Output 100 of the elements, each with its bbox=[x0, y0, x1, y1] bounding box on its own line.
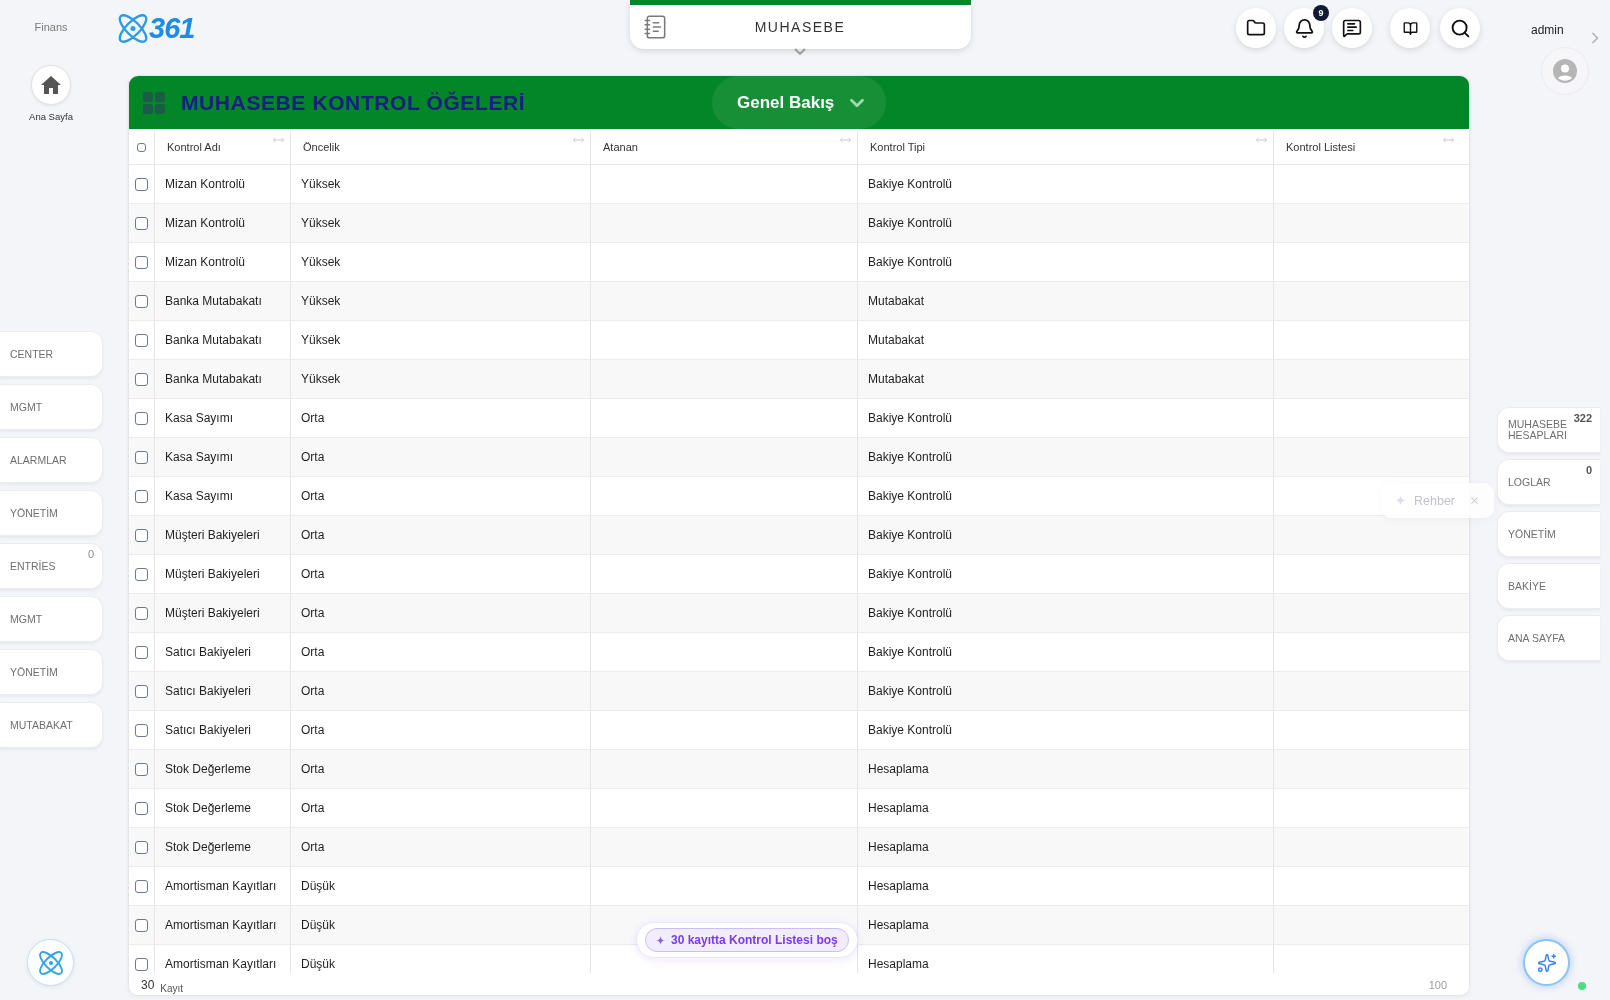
sidebar-tab[interactable]: YÖNETİM bbox=[0, 490, 103, 536]
column-header[interactable]: Öncelik bbox=[291, 141, 340, 154]
row-checkbox[interactable] bbox=[135, 723, 148, 737]
row-checkbox[interactable] bbox=[135, 489, 148, 503]
assistant-button[interactable] bbox=[1523, 939, 1570, 986]
table-cell: Bakiye Kontrolü bbox=[868, 528, 953, 542]
messages-button[interactable] bbox=[1332, 8, 1372, 48]
table-cell: Mizan Kontrolü bbox=[165, 255, 246, 269]
table-cell: Orta bbox=[301, 411, 325, 425]
home-label: Ana Sayfa bbox=[29, 111, 73, 123]
view-dropdown[interactable]: Genel Bakış bbox=[712, 76, 886, 129]
table-cell: Bakiye Kontrolü bbox=[868, 489, 953, 503]
module-tab[interactable]: MUHASEBE bbox=[629, 0, 971, 49]
table-cell: Satıcı Bakiyeleri bbox=[165, 723, 252, 737]
table-cell: Bakiye Kontrolü bbox=[868, 450, 953, 464]
table-cell: Müşteri Bakiyeleri bbox=[165, 567, 260, 581]
table-cell: Yüksek bbox=[301, 177, 341, 191]
message-icon bbox=[1342, 18, 1362, 38]
table-cell: Yüksek bbox=[301, 294, 341, 308]
table-cell: Hesaplama bbox=[868, 762, 929, 776]
resize-handle-icon[interactable] bbox=[573, 137, 584, 143]
panel-title: MUHASEBE KONTROL ÖĞELERİ bbox=[181, 90, 526, 115]
section-label: Finans bbox=[34, 20, 68, 34]
column-header[interactable]: Kontrol Adı bbox=[155, 141, 221, 154]
search-icon bbox=[1449, 17, 1471, 39]
column-header[interactable]: Kontrol Listesi bbox=[1274, 141, 1356, 154]
row-checkbox[interactable] bbox=[135, 294, 148, 308]
resize-handle-icon[interactable] bbox=[1256, 137, 1267, 143]
table-cell: Düşük bbox=[301, 957, 335, 971]
table-cell: Bakiye Kontrolü bbox=[868, 255, 953, 269]
search-button[interactable] bbox=[1440, 8, 1480, 48]
sidebar-tab[interactable]: YÖNETİM bbox=[1497, 511, 1600, 557]
table-cell: Bakiye Kontrolü bbox=[868, 216, 953, 230]
notice-pill[interactable]: 30 kayıtta Kontrol Listesi boş bbox=[645, 928, 849, 952]
folder-button[interactable] bbox=[1236, 8, 1276, 48]
sidebar-tab[interactable]: MGMT bbox=[0, 384, 103, 430]
row-checkbox[interactable] bbox=[135, 645, 148, 659]
table-cell: Hesaplama bbox=[868, 879, 929, 893]
table-cell: Orta bbox=[301, 801, 325, 815]
table-cell: Satıcı Bakiyeleri bbox=[165, 645, 252, 659]
logo-text: 361 bbox=[149, 14, 195, 43]
row-checkbox[interactable] bbox=[135, 450, 148, 464]
row-checkbox[interactable] bbox=[135, 216, 148, 230]
table-cell: Stok Değerleme bbox=[165, 762, 252, 776]
row-checkbox[interactable] bbox=[135, 411, 148, 425]
row-checkbox[interactable] bbox=[135, 918, 148, 932]
sidebar-tab[interactable]: YÖNETİM bbox=[0, 649, 103, 695]
table-cell: Satıcı Bakiyeleri bbox=[165, 684, 252, 698]
table-cell: Kasa Sayımı bbox=[165, 450, 234, 464]
row-checkbox[interactable] bbox=[135, 801, 148, 815]
table-cell: Orta bbox=[301, 567, 325, 581]
table-cell: Kasa Sayımı bbox=[165, 411, 234, 425]
sidebar-tab[interactable]: LOGLAR 0 bbox=[1497, 459, 1600, 505]
sidebar-tab[interactable]: MGMT bbox=[0, 596, 103, 642]
table-cell: Düşük bbox=[301, 918, 335, 932]
table-cell: Kasa Sayımı bbox=[165, 489, 234, 503]
table-cell: Bakiye Kontrolü bbox=[868, 567, 953, 581]
row-checkbox[interactable] bbox=[135, 684, 148, 698]
column-header[interactable]: Atanan bbox=[591, 141, 638, 154]
sidebar-tab[interactable]: MUTABAKAT bbox=[0, 702, 103, 748]
notifications-button[interactable] bbox=[1284, 8, 1324, 48]
table-cell: Müşteri Bakiyeleri bbox=[165, 606, 260, 620]
row-checkbox[interactable] bbox=[135, 528, 148, 542]
logo-button[interactable] bbox=[27, 939, 74, 986]
table-cell: Orta bbox=[301, 606, 325, 620]
sidebar-tab[interactable]: ANA SAYFA bbox=[1497, 615, 1600, 661]
resize-handle-icon[interactable] bbox=[273, 137, 284, 143]
row-checkbox[interactable] bbox=[135, 957, 148, 971]
row-checkbox[interactable] bbox=[135, 879, 148, 893]
table-cell: Bakiye Kontrolü bbox=[868, 645, 953, 659]
page-size[interactable]: 100 bbox=[1428, 978, 1447, 992]
user-name: admin bbox=[1531, 22, 1565, 38]
caret-down-icon[interactable] bbox=[794, 48, 806, 55]
row-checkbox[interactable] bbox=[135, 762, 148, 776]
table-cell: Mutabakat bbox=[868, 294, 925, 308]
house-icon bbox=[41, 76, 61, 94]
row-checkbox[interactable] bbox=[135, 255, 148, 269]
resize-handle-icon[interactable] bbox=[840, 137, 851, 143]
row-checkbox[interactable] bbox=[135, 606, 148, 620]
row-checkbox[interactable] bbox=[135, 567, 148, 581]
row-checkbox[interactable] bbox=[135, 333, 148, 347]
sidebar-tab[interactable]: ALARMLAR bbox=[0, 437, 103, 483]
select-all-checkbox[interactable] bbox=[137, 143, 146, 152]
column-header[interactable]: Kontrol Tipi bbox=[858, 141, 926, 154]
user-icon bbox=[1553, 59, 1577, 83]
row-checkbox[interactable] bbox=[135, 372, 148, 386]
home-button[interactable] bbox=[31, 65, 71, 105]
sidebar-tab[interactable]: CENTER bbox=[0, 331, 103, 377]
book-button[interactable] bbox=[1390, 8, 1430, 48]
book-icon bbox=[1402, 20, 1418, 36]
sidebar-tab[interactable]: ENTRİES 0 bbox=[0, 543, 103, 589]
table-cell: Yüksek bbox=[301, 216, 341, 230]
table-cell: Bakiye Kontrolü bbox=[868, 723, 953, 737]
table-cell: Orta bbox=[301, 723, 325, 737]
row-checkbox[interactable] bbox=[135, 177, 148, 191]
resize-handle-icon[interactable] bbox=[1443, 137, 1454, 143]
sidebar-tab[interactable]: BAKİYE bbox=[1497, 563, 1600, 609]
sidebar-tab[interactable]: MUHASEBE HESAPLARI 322 bbox=[1497, 407, 1600, 453]
row-checkbox[interactable] bbox=[135, 840, 148, 854]
table-cell: Mizan Kontrolü bbox=[165, 216, 246, 230]
